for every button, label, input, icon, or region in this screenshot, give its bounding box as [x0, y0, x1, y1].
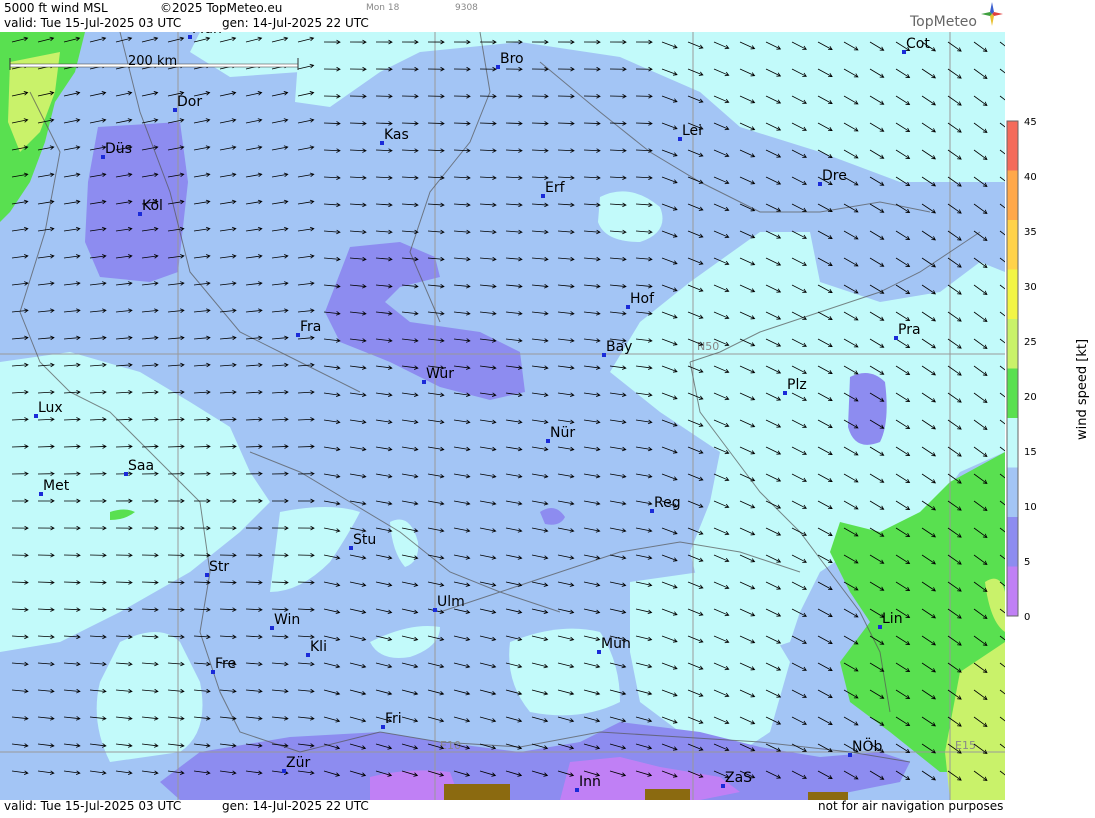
- city-label: Köl: [142, 198, 163, 214]
- legend-swatch: [1007, 319, 1018, 369]
- legend-tick-label: 5: [1024, 557, 1030, 568]
- city-label: Bay: [606, 339, 632, 355]
- city-label: Met: [43, 478, 70, 494]
- map-header: 5000 ft wind MSL ©2025 TopMeteo.eu Mon 1…: [0, 0, 1005, 33]
- city-label: Erf: [545, 180, 566, 196]
- legend-swatch: [1007, 269, 1018, 319]
- compass-logo-icon: [981, 2, 1003, 26]
- legend-swatch: [1007, 368, 1018, 418]
- city-label: Win: [274, 612, 300, 628]
- run-label: Mon 18: [366, 3, 400, 13]
- footer-valid-time: valid: Tue 15-Jul-2025 03 UTC: [4, 799, 182, 813]
- legend-tick-label: 35: [1024, 227, 1037, 238]
- disclaimer: not for air navigation purposes: [818, 799, 1004, 813]
- city-label: Plz: [787, 377, 807, 393]
- city-label: Dor: [177, 94, 202, 110]
- city-label: Fra: [300, 319, 321, 335]
- gen-time: gen: 14-Jul-2025 22 UTC: [222, 16, 369, 30]
- city-label: Kas: [384, 127, 409, 143]
- topmeteo-logo[interactable]: TopMeteo: [910, 14, 977, 30]
- city-label: Wür: [426, 366, 454, 382]
- city-label: Lei: [682, 123, 702, 139]
- city-label: Bro: [500, 51, 524, 67]
- legend-tick-label: 10: [1024, 502, 1037, 513]
- city-label: Saa: [128, 458, 154, 474]
- city-label: Str: [209, 559, 229, 575]
- legend-swatch: [1007, 170, 1018, 220]
- city-label: Reg: [654, 495, 681, 511]
- scale-bar-label: 200 km: [128, 54, 177, 69]
- city-label: ZaS: [725, 770, 752, 786]
- valid-time: valid: Tue 15-Jul-2025 03 UTC: [4, 16, 182, 30]
- legend-tick-label: 30: [1024, 282, 1037, 293]
- city-label: Inn: [579, 774, 601, 790]
- copyright: ©2025 TopMeteo.eu: [160, 1, 283, 15]
- city-label: Zür: [286, 755, 310, 771]
- legend-tick-label: 25: [1024, 337, 1037, 348]
- legend-swatch: [1007, 220, 1018, 270]
- city-label: NÖb: [852, 737, 882, 755]
- lon-label-e15: E15: [955, 739, 976, 752]
- city-label: Lux: [38, 400, 63, 416]
- legend-tick-label: 40: [1024, 172, 1037, 183]
- city-label: Düs: [105, 141, 132, 157]
- legend-swatch: [1007, 121, 1018, 171]
- city-label: Stu: [353, 532, 376, 548]
- code-label: 9308: [455, 3, 478, 13]
- city-label: Lin: [882, 611, 903, 627]
- legend-swatch: [1007, 467, 1018, 517]
- city-label: Hof: [630, 291, 655, 307]
- legend-title: wind speed [kt]: [1075, 339, 1090, 440]
- city-label: Nür: [550, 425, 575, 441]
- product-title: 5000 ft wind MSL: [4, 1, 108, 15]
- wind-map[interactable]: N50 E10 E15 200 km MünBroCotDorKasLeiDüs…: [0, 21, 1014, 800]
- city-label: Pra: [898, 322, 921, 338]
- legend-tick-label: 15: [1024, 447, 1037, 458]
- city-label: Fri: [385, 711, 402, 727]
- wind-speed-legend: wind speed [kt] 45 40 35 30 25 20 15 10 5 0: [1005, 0, 1095, 814]
- map-footer: valid: Tue 15-Jul-2025 03 UTC gen: 14-Ju…: [0, 799, 1005, 814]
- legend-tick-label: 20: [1024, 392, 1037, 403]
- city-label: Kli: [310, 639, 327, 655]
- legend-tick-label: 0: [1024, 612, 1030, 623]
- city-label: Mün: [601, 636, 631, 652]
- city-label: Cot: [906, 36, 930, 52]
- city-label: Mün: [192, 32, 222, 37]
- city-label: Ulm: [437, 594, 465, 610]
- legend-swatch: [1007, 418, 1018, 468]
- city-label: Fre: [215, 656, 236, 672]
- city-label: Dre: [822, 168, 847, 184]
- legend-swatch: [1007, 517, 1018, 567]
- legend-swatch: [1007, 566, 1018, 616]
- legend-tick-label: 45: [1024, 117, 1037, 128]
- footer-gen-time: gen: 14-Jul-2025 22 UTC: [222, 799, 369, 813]
- legend-colorbar: wind speed [kt] 45 40 35 30 25 20 15 10 5 0: [1006, 117, 1090, 623]
